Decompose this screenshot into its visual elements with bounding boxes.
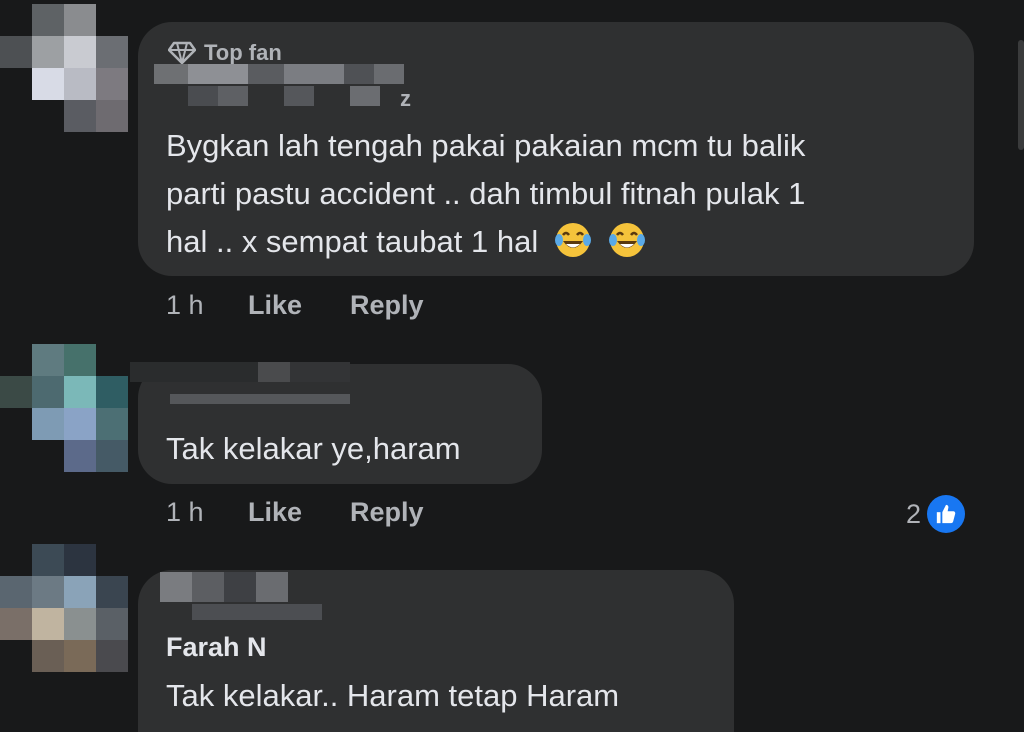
scrollbar[interactable] (1018, 40, 1024, 150)
top-fan-badge: Top fan (168, 40, 282, 66)
comment-text: Tak kelakar ye,haram (166, 431, 461, 466)
reaction-summary[interactable]: 2 (906, 495, 966, 533)
laughing-crying-emoji-icon (609, 223, 646, 257)
avatar[interactable] (0, 340, 128, 472)
blurred-author-name[interactable] (160, 572, 360, 620)
avatar[interactable] (0, 542, 128, 672)
comment-text: hal .. x sempat taubat 1 hal (166, 224, 539, 259)
thumbs-up-icon (927, 495, 966, 533)
avatar[interactable] (0, 0, 128, 132)
comment-time[interactable]: 1 h (166, 497, 248, 528)
comment-text-line: Bygkan lah tengah pakai pakaian mcm tu b… (166, 128, 806, 163)
comment-text-line: parti pastu accident .. dah timbul fitna… (166, 176, 806, 211)
comment-actions: 1 h Like Reply (166, 290, 424, 321)
comment-text: Tak kelakar.. Haram tetap Haram (166, 678, 620, 713)
like-button[interactable]: Like (248, 497, 350, 528)
reaction-count: 2 (906, 498, 922, 529)
comment-text-line: hal .. x sempat taubat 1 hal (166, 218, 647, 266)
diamond-icon (168, 41, 196, 65)
badge-label: Top fan (204, 40, 282, 65)
reply-button[interactable]: Reply (350, 290, 424, 321)
comment-actions: 1 h Like Reply (166, 497, 424, 528)
laughing-crying-emoji-icon (554, 223, 591, 257)
comments-feed: Top fan z Bygkan lah tengah pakai pakaia… (0, 0, 1024, 732)
blurred-author-name[interactable] (130, 362, 380, 410)
comment-time[interactable]: 1 h (166, 290, 248, 321)
blurred-author-name[interactable] (154, 64, 414, 112)
author-name-suffix: z (400, 86, 411, 111)
reply-button[interactable]: Reply (350, 497, 424, 528)
like-button[interactable]: Like (248, 290, 350, 321)
author-name[interactable]: Farah N (166, 632, 267, 663)
